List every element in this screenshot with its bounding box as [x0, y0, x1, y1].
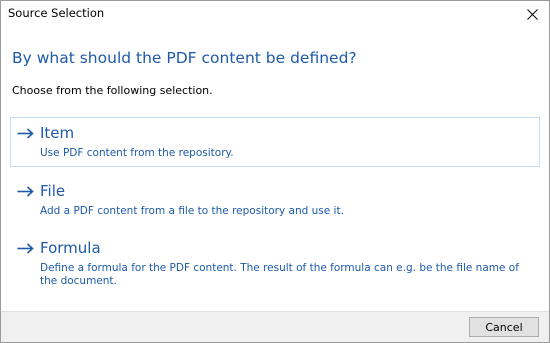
- option-item-description: Use PDF content from the repository.: [40, 147, 234, 159]
- window-title: Source Selection: [8, 6, 105, 20]
- option-file[interactable]: File Add a PDF content from a file to th…: [10, 175, 540, 225]
- dialog-instruction: Choose from the following selection.: [12, 84, 213, 97]
- arrow-right-icon: [17, 243, 34, 254]
- option-item-title: Item: [40, 124, 75, 142]
- option-item[interactable]: Item Use PDF content from the repository…: [10, 117, 540, 167]
- option-formula-title: Formula: [40, 239, 101, 257]
- dialog-footer: Cancel: [1, 311, 549, 342]
- title-bar: Source Selection: [1, 1, 549, 28]
- arrow-right-icon: [17, 128, 34, 139]
- option-formula-description: Define a formula for the PDF content. Th…: [40, 262, 519, 287]
- close-icon: [526, 9, 538, 20]
- dialog-heading: By what should the PDF content be define…: [12, 49, 357, 67]
- arrow-right-icon: [17, 186, 34, 197]
- cancel-button[interactable]: Cancel: [469, 317, 539, 337]
- option-file-description: Add a PDF content from a file to the rep…: [40, 205, 344, 217]
- source-selection-dialog: Source Selection By what should the PDF …: [0, 0, 550, 343]
- close-button[interactable]: [515, 1, 549, 28]
- option-formula[interactable]: Formula Define a formula for the PDF con…: [10, 232, 540, 294]
- option-file-title: File: [40, 182, 66, 200]
